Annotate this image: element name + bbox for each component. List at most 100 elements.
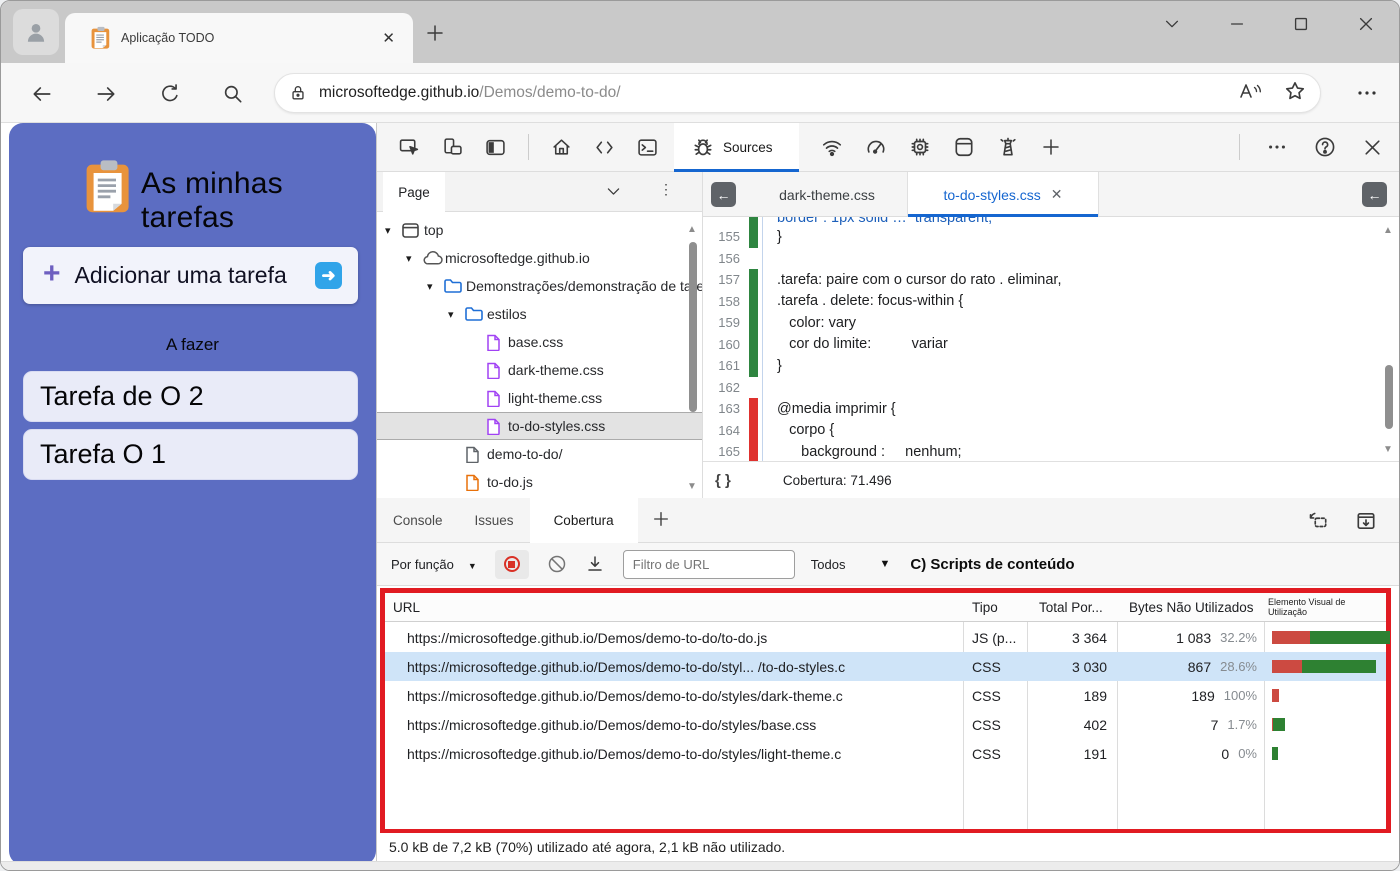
hide-debugger-sidebar-icon[interactable]: ← <box>1362 182 1387 207</box>
scroll-up-icon[interactable]: ▲ <box>687 224 697 235</box>
back-button[interactable] <box>31 83 53 110</box>
coverage-table-header[interactable]: URL Tipo Total Por... Bytes Não Utilizad… <box>385 593 1386 622</box>
add-drawer-tab-icon[interactable] <box>652 510 670 531</box>
activity-bar-layout-icon[interactable] <box>485 137 506 158</box>
record-coverage-button[interactable] <box>494 549 529 579</box>
close-devtools-icon[interactable] <box>1362 137 1383 158</box>
code-line[interactable]: 159 color: vary <box>703 312 1399 334</box>
code-line[interactable]: 157 .tarefa: paire com o cursor do rato … <box>703 269 1399 291</box>
submit-task-button[interactable]: ➜ <box>315 262 342 289</box>
clear-coverage-icon[interactable] <box>547 554 567 574</box>
memory-chip-icon[interactable] <box>909 136 931 158</box>
tab-list-chevron-icon[interactable] <box>1163 15 1181 38</box>
tree-item[interactable]: ▾ estilos <box>377 300 702 328</box>
column-unused-bytes[interactable]: Bytes Não Utilizados <box>1117 600 1264 615</box>
drawer-tab-issues[interactable]: Issues <box>459 498 530 543</box>
type-filter-dropdown[interactable]: Todos ▼ <box>811 557 891 572</box>
tree-item[interactable]: ▾ microsoftedge.github.io <box>377 244 702 272</box>
code-line[interactable]: 165 background : nenhum; <box>703 441 1399 461</box>
chevron-down-icon[interactable] <box>605 183 622 203</box>
editor-scrollbar[interactable]: ▲ ▼ <box>1382 217 1396 461</box>
tree-item[interactable]: ▾ to-do.js <box>377 468 702 496</box>
content-scripts-label[interactable]: C) Scripts de conteúdo <box>910 556 1074 573</box>
code-line[interactable]: 160 cor do limite: variar <box>703 333 1399 355</box>
task-item[interactable]: Tarefa de O 2 <box>23 371 358 422</box>
per-function-dropdown[interactable]: Por função ▼ <box>391 557 477 572</box>
expand-panel-icon[interactable] <box>1355 510 1377 535</box>
expander-icon[interactable]: ▾ <box>427 280 444 293</box>
code-line[interactable]: 155 } <box>703 226 1399 248</box>
maximize-button[interactable] <box>1292 15 1310 38</box>
forward-button[interactable] <box>95 83 117 110</box>
drawer-tab-coverage[interactable]: Cobertura <box>529 497 638 543</box>
scroll-down-icon[interactable]: ▼ <box>1383 444 1393 455</box>
close-tab-icon[interactable]: ✕ <box>1051 186 1063 203</box>
tree-item[interactable]: ▾ Demonstrações/demonstração de tarefas <box>377 272 702 300</box>
application-icon[interactable] <box>953 136 975 158</box>
welcome-home-icon[interactable] <box>551 137 572 158</box>
tab-sources[interactable]: Sources <box>674 122 799 172</box>
close-button[interactable] <box>1357 15 1375 38</box>
export-coverage-icon[interactable] <box>585 554 605 574</box>
navigator-menu-icon[interactable]: ⋮ <box>659 181 673 198</box>
coverage-row[interactable]: https://microsoftedge.github.io/Demos/de… <box>385 739 1386 768</box>
tree-item[interactable]: ▾ base.css <box>377 328 702 356</box>
tab-close-icon[interactable]: ✕ <box>376 27 401 49</box>
scroll-up-icon[interactable]: ▲ <box>1383 225 1393 236</box>
tree-item[interactable]: ▾ dark-theme.css <box>377 356 702 384</box>
column-type[interactable]: Tipo <box>963 600 1027 615</box>
tree-item[interactable]: ▾ demo-to-do/ <box>377 440 702 468</box>
code-editor[interactable]: ▲ ▼ border : 1px solid … transparent; 15… <box>703 217 1399 461</box>
minimize-button[interactable] <box>1228 15 1246 38</box>
inspect-icon[interactable] <box>399 137 420 158</box>
coverage-row[interactable]: https://microsoftedge.github.io/Demos/de… <box>385 623 1390 652</box>
code-line[interactable]: 164 corpo { <box>703 419 1399 441</box>
tree-item[interactable]: ▾ light-theme.css <box>377 384 702 412</box>
elements-icon[interactable] <box>594 137 615 158</box>
tree-item[interactable]: ▾ to-do-styles.css <box>377 412 702 440</box>
network-icon[interactable] <box>821 136 843 158</box>
search-icon[interactable] <box>222 83 244 110</box>
profile-button[interactable] <box>13 9 59 55</box>
coverage-row[interactable]: https://microsoftedge.github.io/Demos/de… <box>385 710 1386 739</box>
code-line[interactable]: 163 @media imprimir { <box>703 398 1399 420</box>
console-icon[interactable] <box>637 137 658 158</box>
expander-icon[interactable]: ▾ <box>406 252 423 265</box>
code-line[interactable]: 156 <box>703 247 1399 269</box>
column-total-bytes[interactable]: Total Por... <box>1027 600 1117 615</box>
add-task-input[interactable]: + Adicionar uma tarefa ➜ <box>23 247 358 304</box>
column-usage-visualization[interactable]: Elemento Visual de Utilização <box>1264 597 1386 617</box>
code-line[interactable]: 162 <box>703 376 1399 398</box>
favorites-star-icon[interactable] <box>1284 80 1306 107</box>
task-item[interactable]: Tarefa O 1 <box>23 429 358 480</box>
column-url[interactable]: URL <box>385 600 963 615</box>
drawer-tab-console[interactable]: Console <box>377 498 459 543</box>
read-aloud-icon[interactable] <box>1238 80 1262 107</box>
hide-navigator-icon[interactable]: ← <box>711 182 736 207</box>
code-line[interactable]: border : 1px solid … transparent; <box>703 217 1399 226</box>
refresh-button[interactable] <box>159 83 181 110</box>
code-line[interactable]: 161 } <box>703 355 1399 377</box>
performance-icon[interactable] <box>865 136 887 158</box>
scrollbar-thumb[interactable] <box>1385 365 1393 429</box>
expander-icon[interactable]: ▾ <box>385 224 402 237</box>
lighthouse-icon[interactable] <box>997 136 1019 158</box>
more-tools-plus-icon[interactable] <box>1041 137 1061 157</box>
url-filter-input[interactable] <box>622 549 795 579</box>
browser-menu-icon[interactable] <box>1355 81 1379 110</box>
editor-tab-to-do-styles[interactable]: to-do-styles.css ✕ <box>907 172 1099 217</box>
scroll-down-icon[interactable]: ▼ <box>687 481 697 492</box>
navigator-tab-page[interactable]: Page <box>383 172 445 212</box>
help-icon[interactable] <box>1314 136 1336 158</box>
device-emulation-icon[interactable] <box>442 137 463 158</box>
address-bar[interactable]: microsoftedge.github.io/Demos/demo-to-do… <box>274 73 1321 113</box>
expander-icon[interactable]: ▾ <box>448 308 465 321</box>
tree-item[interactable]: ▾ top <box>377 216 702 244</box>
new-tab-button[interactable] <box>425 23 445 48</box>
code-line[interactable]: 158 .tarefa . delete: focus-within { <box>703 290 1399 312</box>
rotate-device-icon[interactable] <box>1307 510 1329 535</box>
coverage-row[interactable]: https://microsoftedge.github.io/Demos/de… <box>385 681 1386 710</box>
pretty-print-icon[interactable]: { } <box>715 472 731 489</box>
scrollbar-thumb[interactable] <box>689 242 697 412</box>
editor-tab-dark-theme[interactable]: dark-theme.css <box>747 172 907 217</box>
